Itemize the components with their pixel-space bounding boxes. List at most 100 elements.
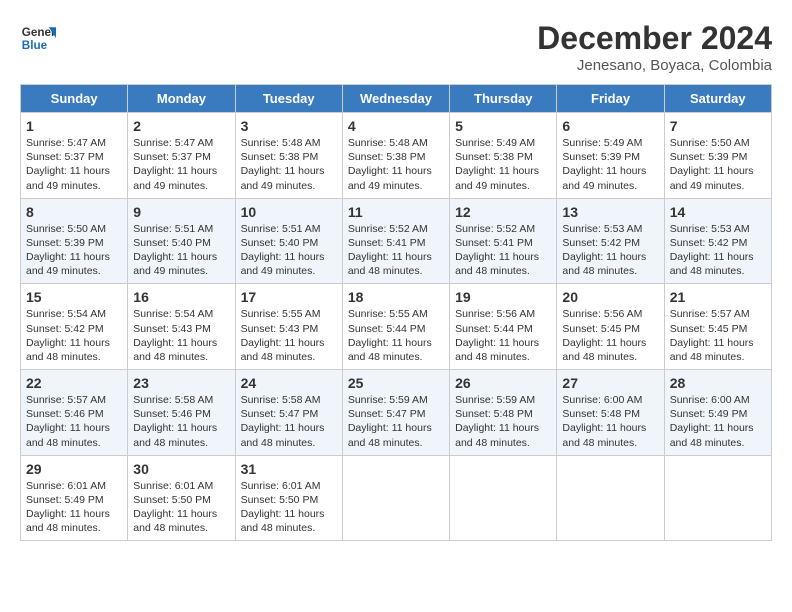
table-row: 5 Sunrise: 5:49 AM Sunset: 5:38 PM Dayli… <box>450 113 557 199</box>
day-number: 6 <box>562 118 658 134</box>
calendar-table: Sunday Monday Tuesday Wednesday Thursday… <box>20 84 772 541</box>
title-area: December 2024 Jenesano, Boyaca, Colombia <box>537 20 772 74</box>
day-number: 15 <box>26 289 122 305</box>
page-header: General Blue December 2024 Jenesano, Boy… <box>20 20 772 74</box>
day-info: Sunrise: 5:57 AM Sunset: 5:45 PM Dayligh… <box>670 307 766 364</box>
day-number: 21 <box>670 289 766 305</box>
day-number: 14 <box>670 204 766 220</box>
table-row: 17 Sunrise: 5:55 AM Sunset: 5:43 PM Dayl… <box>235 284 342 370</box>
table-row: 21 Sunrise: 5:57 AM Sunset: 5:45 PM Dayl… <box>664 284 771 370</box>
col-monday: Monday <box>128 85 235 113</box>
table-row: 18 Sunrise: 5:55 AM Sunset: 5:44 PM Dayl… <box>342 284 449 370</box>
table-row: 25 Sunrise: 5:59 AM Sunset: 5:47 PM Dayl… <box>342 370 449 456</box>
day-info: Sunrise: 5:47 AM Sunset: 5:37 PM Dayligh… <box>133 136 229 193</box>
svg-text:Blue: Blue <box>22 39 48 52</box>
empty-cell <box>342 455 449 541</box>
day-info: Sunrise: 5:54 AM Sunset: 5:42 PM Dayligh… <box>26 307 122 364</box>
calendar-week-row: 15 Sunrise: 5:54 AM Sunset: 5:42 PM Dayl… <box>21 284 772 370</box>
table-row: 29 Sunrise: 6:01 AM Sunset: 5:49 PM Dayl… <box>21 455 128 541</box>
day-number: 20 <box>562 289 658 305</box>
day-info: Sunrise: 5:57 AM Sunset: 5:46 PM Dayligh… <box>26 393 122 450</box>
col-friday: Friday <box>557 85 664 113</box>
table-row: 4 Sunrise: 5:48 AM Sunset: 5:38 PM Dayli… <box>342 113 449 199</box>
day-number: 23 <box>133 375 229 391</box>
table-row: 13 Sunrise: 5:53 AM Sunset: 5:42 PM Dayl… <box>557 198 664 284</box>
day-info: Sunrise: 5:54 AM Sunset: 5:43 PM Dayligh… <box>133 307 229 364</box>
table-row: 16 Sunrise: 5:54 AM Sunset: 5:43 PM Dayl… <box>128 284 235 370</box>
calendar-week-row: 29 Sunrise: 6:01 AM Sunset: 5:49 PM Dayl… <box>21 455 772 541</box>
day-number: 10 <box>241 204 337 220</box>
day-number: 28 <box>670 375 766 391</box>
day-number: 19 <box>455 289 551 305</box>
day-number: 22 <box>26 375 122 391</box>
day-number: 31 <box>241 461 337 477</box>
col-thursday: Thursday <box>450 85 557 113</box>
day-info: Sunrise: 5:50 AM Sunset: 5:39 PM Dayligh… <box>670 136 766 193</box>
month-title: December 2024 <box>537 20 772 57</box>
day-number: 2 <box>133 118 229 134</box>
header-row: Sunday Monday Tuesday Wednesday Thursday… <box>21 85 772 113</box>
day-info: Sunrise: 5:59 AM Sunset: 5:47 PM Dayligh… <box>348 393 444 450</box>
day-number: 12 <box>455 204 551 220</box>
day-number: 5 <box>455 118 551 134</box>
day-number: 26 <box>455 375 551 391</box>
table-row: 20 Sunrise: 5:56 AM Sunset: 5:45 PM Dayl… <box>557 284 664 370</box>
day-info: Sunrise: 6:00 AM Sunset: 5:48 PM Dayligh… <box>562 393 658 450</box>
day-number: 9 <box>133 204 229 220</box>
day-number: 1 <box>26 118 122 134</box>
day-info: Sunrise: 5:58 AM Sunset: 5:47 PM Dayligh… <box>241 393 337 450</box>
table-row: 24 Sunrise: 5:58 AM Sunset: 5:47 PM Dayl… <box>235 370 342 456</box>
table-row: 7 Sunrise: 5:50 AM Sunset: 5:39 PM Dayli… <box>664 113 771 199</box>
empty-cell <box>557 455 664 541</box>
empty-cell <box>450 455 557 541</box>
day-info: Sunrise: 5:51 AM Sunset: 5:40 PM Dayligh… <box>241 222 337 279</box>
day-info: Sunrise: 6:01 AM Sunset: 5:50 PM Dayligh… <box>133 479 229 536</box>
day-info: Sunrise: 5:52 AM Sunset: 5:41 PM Dayligh… <box>455 222 551 279</box>
day-info: Sunrise: 5:47 AM Sunset: 5:37 PM Dayligh… <box>26 136 122 193</box>
day-info: Sunrise: 5:56 AM Sunset: 5:44 PM Dayligh… <box>455 307 551 364</box>
day-number: 4 <box>348 118 444 134</box>
day-number: 7 <box>670 118 766 134</box>
day-number: 30 <box>133 461 229 477</box>
day-number: 13 <box>562 204 658 220</box>
day-info: Sunrise: 5:55 AM Sunset: 5:44 PM Dayligh… <box>348 307 444 364</box>
calendar-week-row: 8 Sunrise: 5:50 AM Sunset: 5:39 PM Dayli… <box>21 198 772 284</box>
day-info: Sunrise: 5:55 AM Sunset: 5:43 PM Dayligh… <box>241 307 337 364</box>
table-row: 9 Sunrise: 5:51 AM Sunset: 5:40 PM Dayli… <box>128 198 235 284</box>
day-info: Sunrise: 5:53 AM Sunset: 5:42 PM Dayligh… <box>670 222 766 279</box>
day-info: Sunrise: 5:49 AM Sunset: 5:38 PM Dayligh… <box>455 136 551 193</box>
col-saturday: Saturday <box>664 85 771 113</box>
col-wednesday: Wednesday <box>342 85 449 113</box>
table-row: 23 Sunrise: 5:58 AM Sunset: 5:46 PM Dayl… <box>128 370 235 456</box>
day-number: 18 <box>348 289 444 305</box>
table-row: 28 Sunrise: 6:00 AM Sunset: 5:49 PM Dayl… <box>664 370 771 456</box>
col-tuesday: Tuesday <box>235 85 342 113</box>
table-row: 14 Sunrise: 5:53 AM Sunset: 5:42 PM Dayl… <box>664 198 771 284</box>
table-row: 12 Sunrise: 5:52 AM Sunset: 5:41 PM Dayl… <box>450 198 557 284</box>
location-subtitle: Jenesano, Boyaca, Colombia <box>537 57 772 74</box>
table-row: 1 Sunrise: 5:47 AM Sunset: 5:37 PM Dayli… <box>21 113 128 199</box>
day-number: 25 <box>348 375 444 391</box>
day-info: Sunrise: 5:51 AM Sunset: 5:40 PM Dayligh… <box>133 222 229 279</box>
table-row: 15 Sunrise: 5:54 AM Sunset: 5:42 PM Dayl… <box>21 284 128 370</box>
empty-cell <box>664 455 771 541</box>
day-number: 8 <box>26 204 122 220</box>
day-number: 29 <box>26 461 122 477</box>
day-info: Sunrise: 5:52 AM Sunset: 5:41 PM Dayligh… <box>348 222 444 279</box>
day-info: Sunrise: 5:49 AM Sunset: 5:39 PM Dayligh… <box>562 136 658 193</box>
day-info: Sunrise: 5:59 AM Sunset: 5:48 PM Dayligh… <box>455 393 551 450</box>
table-row: 2 Sunrise: 5:47 AM Sunset: 5:37 PM Dayli… <box>128 113 235 199</box>
table-row: 30 Sunrise: 6:01 AM Sunset: 5:50 PM Dayl… <box>128 455 235 541</box>
table-row: 10 Sunrise: 5:51 AM Sunset: 5:40 PM Dayl… <box>235 198 342 284</box>
table-row: 11 Sunrise: 5:52 AM Sunset: 5:41 PM Dayl… <box>342 198 449 284</box>
logo-icon: General Blue <box>20 20 56 56</box>
day-info: Sunrise: 5:53 AM Sunset: 5:42 PM Dayligh… <box>562 222 658 279</box>
day-info: Sunrise: 5:50 AM Sunset: 5:39 PM Dayligh… <box>26 222 122 279</box>
day-number: 16 <box>133 289 229 305</box>
table-row: 3 Sunrise: 5:48 AM Sunset: 5:38 PM Dayli… <box>235 113 342 199</box>
table-row: 22 Sunrise: 5:57 AM Sunset: 5:46 PM Dayl… <box>21 370 128 456</box>
table-row: 27 Sunrise: 6:00 AM Sunset: 5:48 PM Dayl… <box>557 370 664 456</box>
day-info: Sunrise: 6:00 AM Sunset: 5:49 PM Dayligh… <box>670 393 766 450</box>
table-row: 8 Sunrise: 5:50 AM Sunset: 5:39 PM Dayli… <box>21 198 128 284</box>
day-info: Sunrise: 5:56 AM Sunset: 5:45 PM Dayligh… <box>562 307 658 364</box>
